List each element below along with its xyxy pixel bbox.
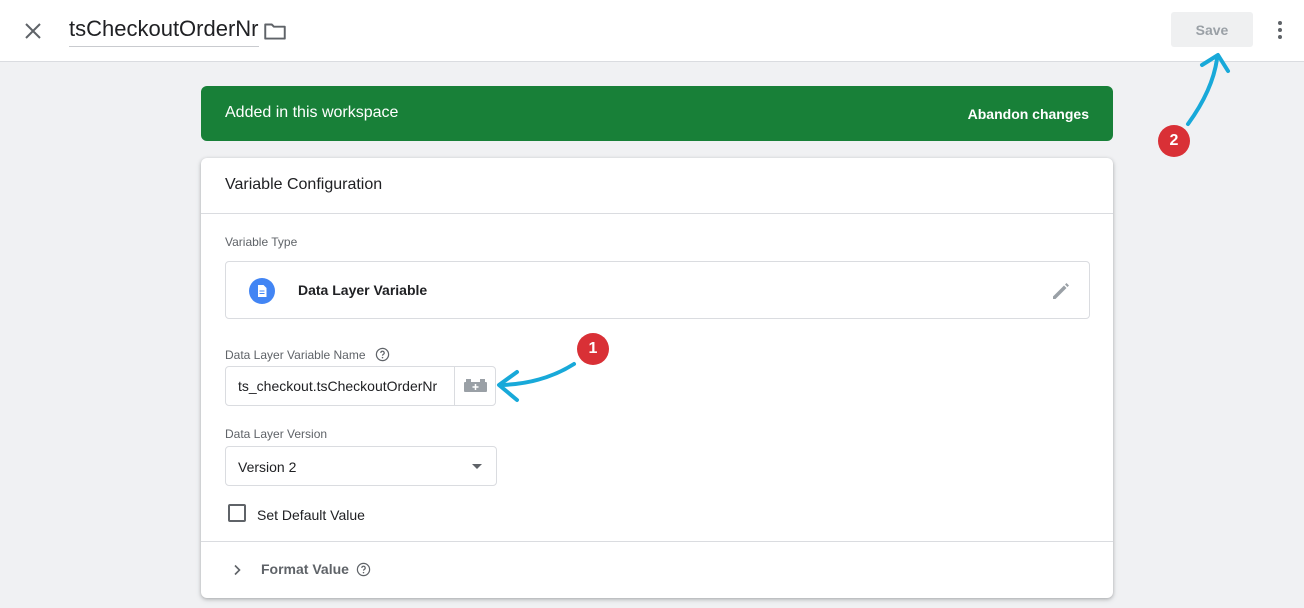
banner-text: Added in this workspace [225,104,399,121]
format-value-toggle[interactable]: Format Value [225,558,425,582]
help-circle-icon[interactable] [356,562,371,577]
default-value-label[interactable]: Set Default Value [257,507,365,523]
version-select-value: Version 2 [238,459,297,475]
variable-picker-button[interactable] [454,367,495,405]
annotation-arrow-2 [1186,57,1219,126]
variable-name-input[interactable] [226,367,456,405]
close-button[interactable] [20,18,46,44]
more-options-button[interactable] [1268,18,1292,42]
caret-down-icon [472,464,482,469]
save-button[interactable]: Save [1171,12,1253,47]
variable-type-name: Data Layer Variable [298,282,428,298]
variable-type-selector[interactable]: Data Layer Variable [225,261,1090,319]
close-icon [25,23,41,39]
variable-picker-icon [464,379,487,392]
workspace-banner: Added in this workspace Abandon changes [201,86,1113,141]
variable-configuration-card: Variable Configuration Variable Type Dat… [201,158,1113,598]
variable-name-label: Data Layer Variable Name [225,348,366,362]
divider [201,541,1113,542]
version-label: Data Layer Version [225,427,328,441]
card-header: Variable Configuration [201,158,1113,214]
default-value-checkbox[interactable] [228,504,246,522]
variable-type-label: Variable Type [225,235,298,249]
format-value-label: Format Value [261,561,349,577]
variable-name-field [225,366,496,406]
folder-icon [264,23,286,40]
page-title[interactable]: tsCheckoutOrderNr [69,17,259,47]
annotation-badge-1: 1 [577,333,609,365]
top-bar: tsCheckoutOrderNr Save [0,0,1304,62]
annotation-badge-2: 2 [1158,125,1190,157]
version-select[interactable]: Version 2 [225,446,497,486]
folder-button[interactable] [262,18,288,44]
chevron-right-icon [234,564,241,576]
abandon-changes-link[interactable]: Abandon changes [968,106,1089,122]
pencil-icon[interactable] [1049,279,1073,303]
help-circle-icon[interactable] [375,347,390,362]
more-vert-icon [1278,21,1282,39]
document-icon [249,278,275,304]
variable-name-label-row: Data Layer Variable Name [225,347,390,362]
